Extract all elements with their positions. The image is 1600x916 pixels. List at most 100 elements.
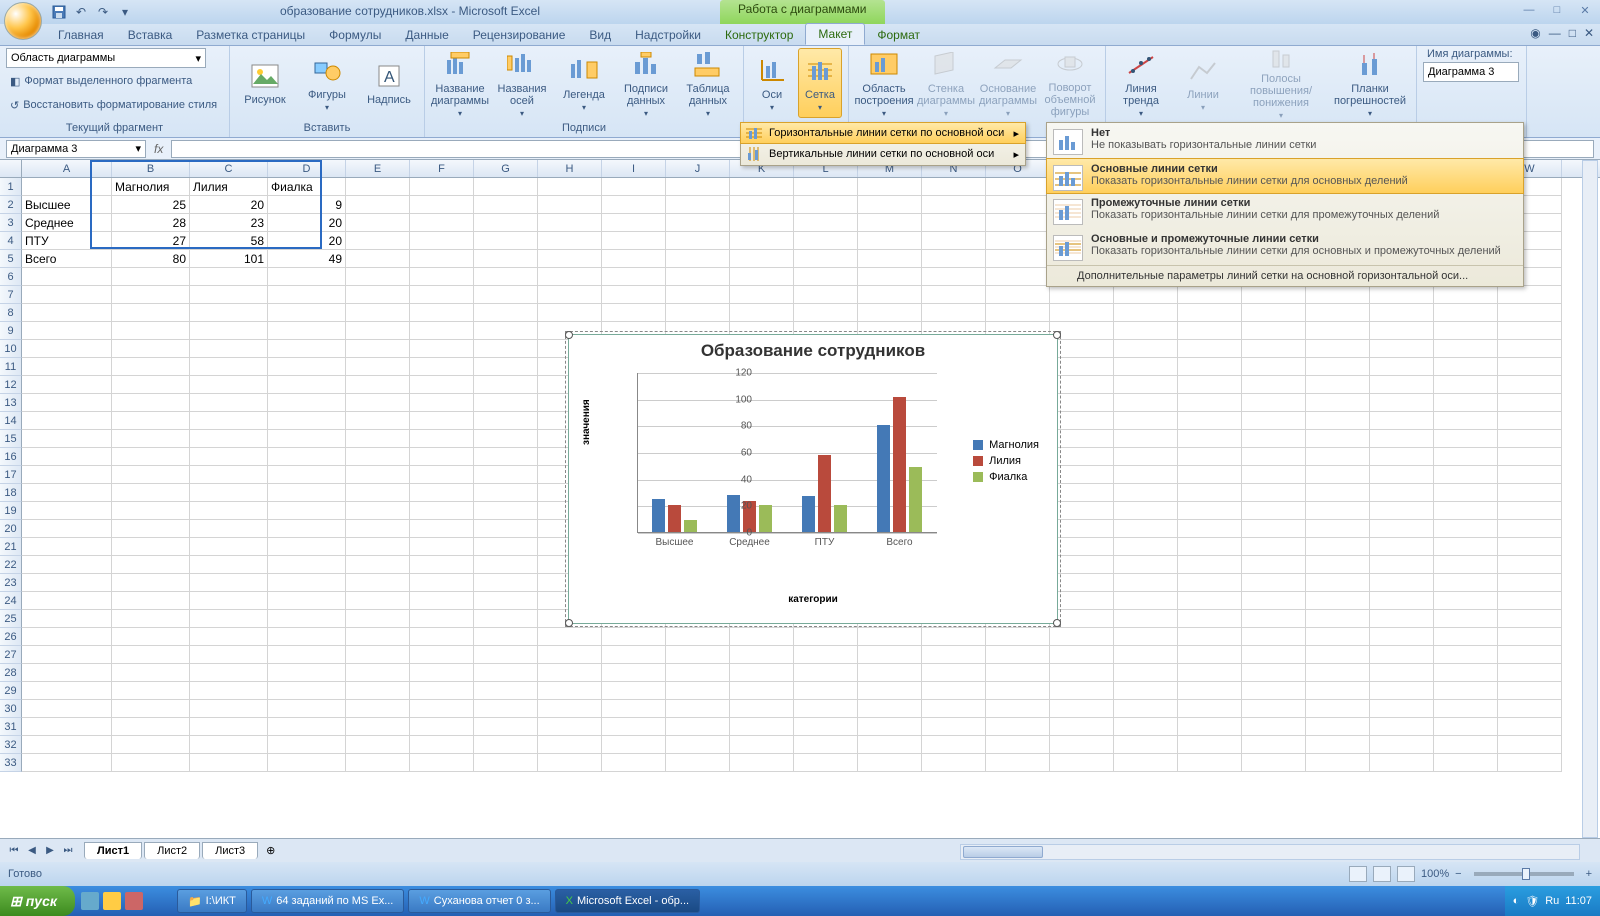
cell[interactable] [410, 178, 474, 196]
cell[interactable] [410, 628, 474, 646]
cell[interactable] [474, 718, 538, 736]
tab-insert[interactable]: Вставка [116, 25, 185, 45]
cell[interactable] [268, 556, 346, 574]
cell[interactable] [346, 376, 410, 394]
cell[interactable] [794, 196, 858, 214]
cell[interactable] [730, 646, 794, 664]
cell[interactable] [474, 232, 538, 250]
row-header[interactable]: 21 [0, 538, 22, 556]
name-box[interactable]: Диаграмма 3▾ [6, 140, 146, 158]
cell[interactable] [1306, 304, 1370, 322]
cell[interactable] [410, 466, 474, 484]
cell[interactable] [730, 700, 794, 718]
cell[interactable] [268, 394, 346, 412]
cell[interactable] [986, 196, 1050, 214]
cell[interactable] [1370, 412, 1434, 430]
cell[interactable] [22, 412, 112, 430]
error-bars-button[interactable]: Планки погрешностей▾ [1330, 48, 1410, 118]
cell[interactable] [730, 250, 794, 268]
cell[interactable] [1242, 340, 1306, 358]
cell[interactable] [1498, 700, 1562, 718]
cell[interactable] [112, 394, 190, 412]
row-header[interactable]: 6 [0, 268, 22, 286]
cell[interactable] [922, 196, 986, 214]
cell[interactable] [346, 700, 410, 718]
cell[interactable] [268, 682, 346, 700]
cell[interactable] [346, 268, 410, 286]
minimize-button[interactable]: — [1518, 2, 1540, 18]
cell[interactable] [1114, 664, 1178, 682]
cell[interactable] [602, 664, 666, 682]
cell[interactable] [1306, 376, 1370, 394]
resize-handle[interactable] [565, 619, 573, 627]
cell[interactable] [666, 718, 730, 736]
cell[interactable] [474, 358, 538, 376]
cell[interactable] [190, 574, 268, 592]
cell[interactable] [858, 214, 922, 232]
tab-layout[interactable]: Макет [805, 23, 865, 45]
cell[interactable] [190, 268, 268, 286]
cell[interactable] [1434, 700, 1498, 718]
cell[interactable] [1370, 628, 1434, 646]
cell[interactable] [1114, 610, 1178, 628]
cell[interactable] [474, 376, 538, 394]
row-header[interactable]: 17 [0, 466, 22, 484]
cell[interactable] [268, 592, 346, 610]
cell[interactable] [474, 502, 538, 520]
cell[interactable] [538, 214, 602, 232]
row-header[interactable]: 22 [0, 556, 22, 574]
cell[interactable] [1242, 574, 1306, 592]
cell[interactable] [666, 178, 730, 196]
cell[interactable] [22, 286, 112, 304]
tab-design[interactable]: Конструктор [713, 25, 805, 45]
cell[interactable] [22, 340, 112, 358]
cell[interactable] [474, 448, 538, 466]
cell[interactable] [666, 304, 730, 322]
cell[interactable] [346, 682, 410, 700]
quick-launch-icon[interactable] [81, 892, 99, 910]
cell[interactable] [190, 556, 268, 574]
cell[interactable] [1434, 394, 1498, 412]
cell[interactable] [190, 430, 268, 448]
cell[interactable] [1178, 610, 1242, 628]
cell[interactable] [346, 736, 410, 754]
cell[interactable] [922, 754, 986, 772]
cell[interactable] [346, 322, 410, 340]
cell[interactable] [112, 592, 190, 610]
cell[interactable]: Фиалка [268, 178, 346, 196]
cell[interactable] [268, 754, 346, 772]
reset-style-button[interactable]: ↺Восстановить форматирование стиля [6, 94, 221, 116]
cell[interactable]: 23 [190, 214, 268, 232]
cell[interactable] [410, 736, 474, 754]
cell[interactable] [986, 646, 1050, 664]
chart-bar[interactable] [818, 455, 831, 532]
language-indicator[interactable]: Ru [1545, 895, 1559, 907]
cell[interactable] [268, 286, 346, 304]
cell[interactable] [1498, 448, 1562, 466]
taskbar-item-excel[interactable]: XMicrosoft Excel - обр... [555, 889, 700, 913]
cell[interactable] [986, 628, 1050, 646]
cell[interactable] [410, 250, 474, 268]
row-header[interactable]: 3 [0, 214, 22, 232]
cell[interactable] [1498, 664, 1562, 682]
zoom-in-button[interactable]: + [1586, 868, 1592, 880]
cell[interactable] [986, 754, 1050, 772]
tab-home[interactable]: Главная [46, 25, 116, 45]
cell[interactable]: Магнолия [112, 178, 190, 196]
cell[interactable] [1178, 340, 1242, 358]
cell[interactable] [1306, 664, 1370, 682]
cell[interactable] [1498, 394, 1562, 412]
row-header[interactable]: 31 [0, 718, 22, 736]
cell[interactable] [986, 700, 1050, 718]
cell[interactable] [1370, 664, 1434, 682]
cell[interactable] [858, 664, 922, 682]
cell[interactable] [922, 682, 986, 700]
cell[interactable] [190, 484, 268, 502]
cell[interactable] [410, 196, 474, 214]
cell[interactable] [112, 466, 190, 484]
row-header[interactable]: 16 [0, 448, 22, 466]
cell[interactable] [268, 340, 346, 358]
cell[interactable] [1370, 538, 1434, 556]
cell[interactable] [538, 736, 602, 754]
cell[interactable] [1434, 484, 1498, 502]
